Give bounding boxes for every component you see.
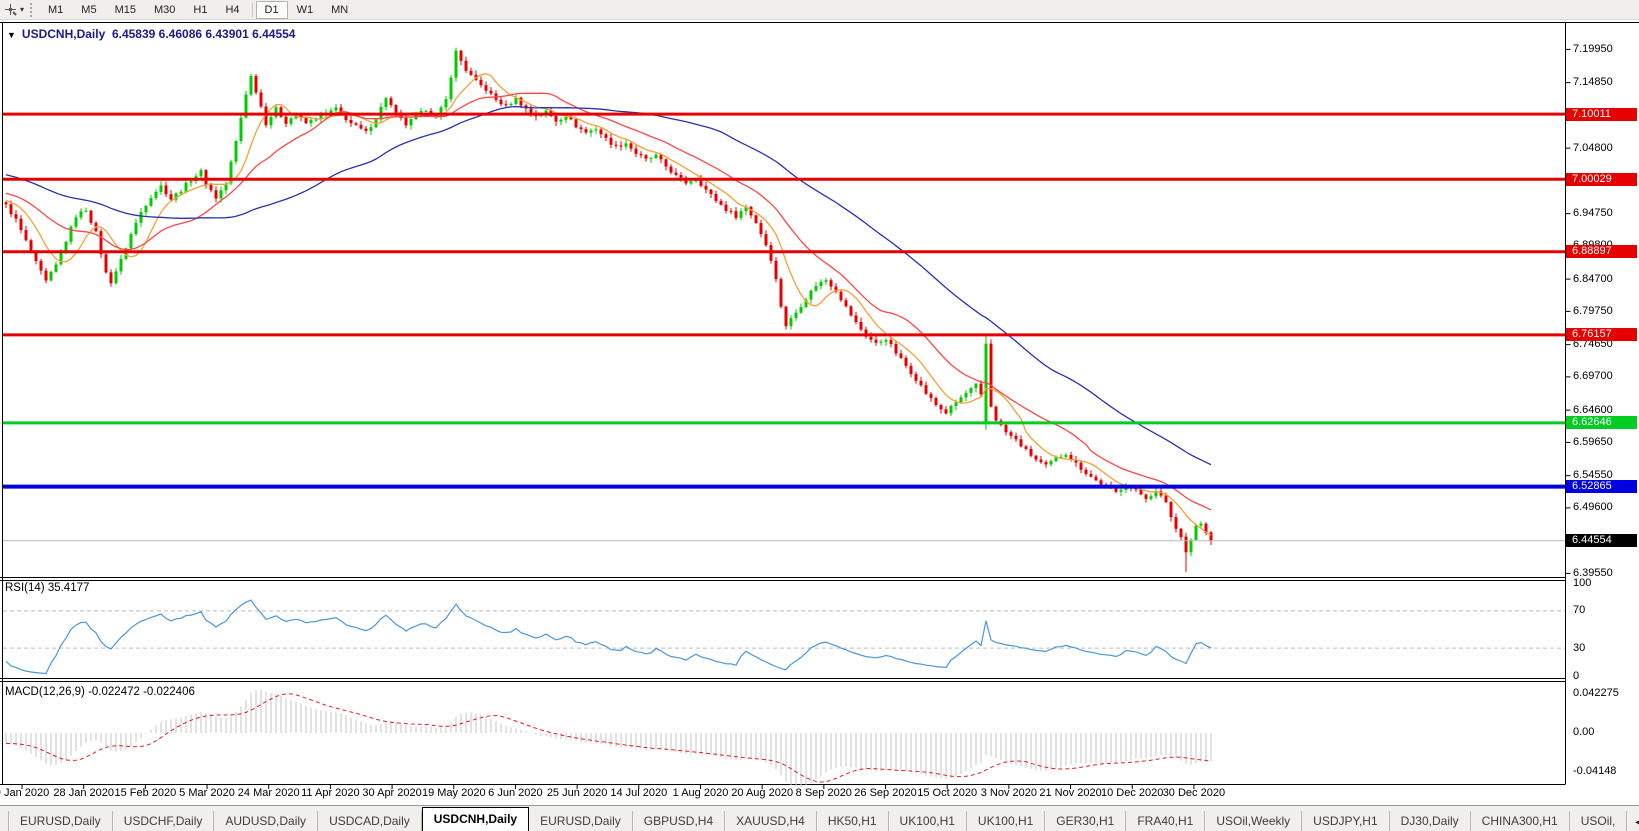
chart-tab-china300-h1[interactable]: CHINA300,H1: [1471, 811, 1570, 831]
chart-tab-uk100-h1[interactable]: UK100,H1: [889, 811, 967, 831]
tabs-scroll-left-icon[interactable]: ◄: [1633, 817, 1639, 827]
macd-axis-tick: -0.04148: [1573, 765, 1617, 777]
chart-tab-eurusd-daily[interactable]: EURUSD,Daily: [8, 811, 113, 831]
price-level-badge: 6.76157: [1566, 328, 1637, 342]
rsi-axis-tick: 30: [1573, 641, 1586, 654]
price-level-badge: 6.52865: [1566, 480, 1637, 494]
chart-canvas[interactable]: [0, 0, 1639, 831]
chart-ohlc-values: 6.45839 6.46086 6.43901 6.44554: [111, 27, 296, 41]
macd-axis-tick: 0.00: [1573, 726, 1595, 739]
price-axis-tick[interactable]: 6.64600: [1573, 404, 1637, 417]
chart-tab-usdchf-daily[interactable]: USDCHF,Daily: [113, 811, 215, 831]
macd-axis-tick: 0.042275: [1573, 687, 1619, 700]
current-price-badge: 6.44554: [1566, 534, 1637, 548]
chart-tab-bar: EURUSD,Daily USDCHF,Daily AUDUSD,Daily USDC…: [0, 805, 1639, 831]
chart-tab-usoil-weekly[interactable]: USOil,Weekly: [1205, 811, 1303, 831]
chart-tab-usoil-[interactable]: USOil,: [1570, 811, 1628, 831]
price-level-badge: 7.10011: [1566, 107, 1637, 121]
price-axis-tick[interactable]: 7.14850: [1573, 76, 1637, 89]
price-axis-tick[interactable]: 6.59650: [1573, 436, 1637, 449]
chart-tab-usdcad-daily[interactable]: USDCAD,Daily: [318, 811, 422, 831]
chart-tab-fra40-h1[interactable]: FRA40,H1: [1126, 811, 1206, 831]
chart-tab-gbpusd-h4[interactable]: GBPUSD,H4: [633, 811, 726, 831]
price-level-badge: 6.88897: [1566, 245, 1637, 259]
price-level-badge: 6.62646: [1566, 416, 1637, 430]
rsi-indicator-label: RSI(14) 35.4177: [5, 582, 90, 594]
x-axis-date: 30 Dec 2020: [1162, 787, 1226, 799]
chart-tab-uk100-h1[interactable]: UK100,H1: [967, 811, 1046, 831]
chart-tab-dj30-daily[interactable]: DJ30,Daily: [1390, 811, 1471, 831]
price-level-badge: 7.00029: [1566, 172, 1637, 186]
rsi-axis-tick: 70: [1573, 604, 1586, 617]
chart-symbol-label: USDCNH,Daily: [21, 27, 106, 41]
price-axis-tick[interactable]: 6.69700: [1573, 370, 1637, 383]
chart-tab-usdcnh-daily[interactable]: USDCNH,Daily: [421, 807, 530, 831]
price-axis-tick[interactable]: 6.49600: [1573, 501, 1637, 514]
rsi-axis-tick: 0: [1573, 669, 1580, 682]
macd-indicator-label: MACD(12,26,9) -0.022472 -0.022406: [5, 686, 195, 698]
chart-tab-xauusd-h4[interactable]: XAUUSD,H4: [725, 811, 817, 831]
rsi-axis-tick: 100: [1573, 576, 1592, 589]
chart-tab-hk50-h1[interactable]: HK50,H1: [817, 811, 889, 831]
chart-title: ▼ USDCNH,Daily 6.45839 6.46086 6.43901 6.…: [7, 27, 295, 41]
price-axis-tick[interactable]: 7.19950: [1573, 43, 1637, 56]
chart-tab-ger30-h1[interactable]: GER30,H1: [1045, 811, 1127, 831]
chart-window[interactable]: [0, 0, 1639, 831]
price-axis-tick[interactable]: 6.94750: [1573, 207, 1637, 220]
price-axis-tick[interactable]: 6.79750: [1573, 305, 1637, 318]
symbol-dropdown-icon[interactable]: ▼: [7, 30, 16, 40]
chart-tab-usdjpy-h1[interactable]: USDJPY,H1: [1302, 811, 1390, 831]
price-axis-tick[interactable]: 6.84700: [1573, 273, 1637, 286]
chart-tab-eurusd-daily[interactable]: EURUSD,Daily: [529, 811, 633, 831]
chart-tab-audusd-daily[interactable]: AUDUSD,Daily: [214, 811, 319, 831]
price-axis-tick[interactable]: 7.04800: [1573, 142, 1637, 155]
